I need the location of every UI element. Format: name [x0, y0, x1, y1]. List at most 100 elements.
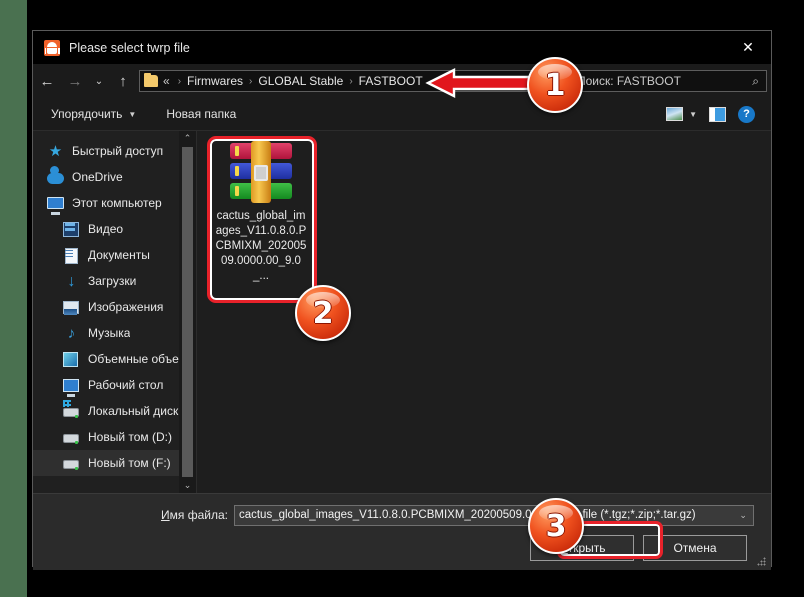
badge-3: 3	[528, 498, 584, 554]
filename-row: Имя файла: cactus_global_images_V11.0.8.…	[33, 494, 771, 530]
breadcrumb-separator: ›	[177, 75, 182, 87]
breadcrumb-item-fastboot[interactable]: FASTBOOT	[359, 74, 423, 88]
sidebar-item-label: Видео	[88, 222, 124, 236]
dialog-body: ★ Быстрый доступ OneDrive Этот компьютер…	[33, 131, 771, 493]
list-item[interactable]: cactus_global_im ages_V11.0.8.0.P CBMIXM…	[215, 141, 307, 284]
breadcrumb-item-firmwares[interactable]: Firmwares	[187, 74, 243, 88]
file-list-panel[interactable]: cactus_global_im ages_V11.0.8.0.P CBMIXM…	[196, 131, 771, 493]
sidebar-item-downloads[interactable]: ↓ Загрузки	[33, 268, 179, 294]
sidebar-item-pictures[interactable]: Изображения	[33, 294, 179, 320]
sidebar-item-label: Музыка	[88, 326, 131, 340]
filename-label: Имя файла:	[161, 508, 228, 522]
close-icon[interactable]: ✕	[725, 31, 771, 64]
sidebar-item-3d-objects[interactable]: Объемные объекты	[33, 346, 179, 372]
dialog-footer: Имя файла: cactus_global_images_V11.0.8.…	[33, 493, 771, 570]
3d-objects-icon	[63, 351, 80, 368]
drive-icon	[63, 455, 80, 472]
sidebar-item-label: Загрузки	[88, 274, 137, 288]
documents-icon	[63, 247, 80, 264]
desktop-icon	[63, 377, 80, 394]
sidebar-item-label: OneDrive	[72, 170, 123, 184]
file-name-line: 09.0000.00_9.0_...	[221, 255, 301, 282]
filename-input[interactable]: cactus_global_images_V11.0.8.0.PCBMIXM_2…	[233, 504, 545, 526]
filename-label-accesskey: И	[161, 508, 170, 522]
navigation-pane: ★ Быстрый доступ OneDrive Этот компьютер…	[33, 131, 179, 493]
winrar-archive-icon	[230, 141, 292, 203]
drive-icon	[63, 429, 80, 446]
breadcrumb-separator: ›	[349, 75, 353, 87]
file-name-line: CBMIXM_202005	[215, 240, 307, 252]
sidebar-item-local-disk-c[interactable]: Локальный диск (C:)	[33, 398, 179, 424]
chevron-down-icon[interactable]: ▼	[689, 110, 697, 119]
file-open-dialog: Please select twrp file ✕ ← → ⌄ ↑ « › Fi…	[32, 30, 772, 570]
address-bar[interactable]: « › Firmwares › GLOBAL Stable › FASTBOOT	[139, 70, 568, 92]
command-bar-right: ▼ ?	[666, 105, 755, 123]
search-input[interactable]: Поиск: FASTBOOT ⌕	[570, 70, 767, 92]
breadcrumb-separator: ›	[249, 75, 253, 87]
change-view-icon[interactable]	[666, 107, 684, 121]
badge-2: 2	[295, 285, 351, 341]
sidebar-item-volume-f[interactable]: Новый том (F:)	[33, 450, 179, 476]
scroll-up-icon[interactable]: ⌃	[184, 133, 192, 144]
sidebar-item-label: Локальный диск (C:)	[88, 404, 179, 418]
sidebar-item-video[interactable]: Видео	[33, 216, 179, 242]
sidebar-item-quick-access[interactable]: ★ Быстрый доступ	[33, 138, 179, 164]
scroll-down-icon[interactable]: ⌄	[184, 480, 192, 491]
help-icon[interactable]: ?	[738, 105, 755, 123]
sidebar-item-documents[interactable]: Документы	[33, 242, 179, 268]
search-icon[interactable]: ⌕	[752, 74, 759, 89]
chevron-down-icon: ▼	[128, 109, 137, 119]
video-icon	[63, 221, 80, 238]
sidebar-item-onedrive[interactable]: OneDrive	[33, 164, 179, 190]
organize-label: Упорядочить	[51, 107, 123, 121]
breadcrumb-overflow-icon[interactable]: «	[163, 74, 170, 88]
back-button[interactable]: ←	[33, 67, 61, 95]
filename-label-rest: мя файла:	[169, 508, 228, 522]
dialog-title: Please select twrp file	[69, 40, 190, 55]
sidebar-item-label: Изображения	[88, 300, 164, 314]
recent-locations-button[interactable]: ⌄	[89, 67, 109, 95]
title-bar: Please select twrp file ✕	[33, 31, 771, 64]
sidebar-item-label: Новый том (D:)	[88, 430, 172, 444]
cloud-icon	[47, 169, 64, 186]
chevron-down-icon: ⌄	[739, 509, 747, 520]
navigation-bar: ← → ⌄ ↑ « › Firmwares › GLOBAL Stable › …	[33, 64, 771, 98]
new-folder-button[interactable]: Новая папка	[166, 107, 236, 121]
sidebar-item-music[interactable]: ♪ Музыка	[33, 320, 179, 346]
music-icon: ♪	[67, 324, 76, 342]
sidebar-item-label: Рабочий стол	[88, 378, 164, 392]
up-button[interactable]: ↑	[109, 67, 137, 95]
organize-button[interactable]: Упорядочить ▼	[51, 107, 136, 121]
sidebar-item-label: Этот компьютер	[72, 196, 162, 210]
sidebar-item-label: Новый том (F:)	[88, 456, 171, 470]
star-icon: ★	[48, 142, 63, 160]
file-name-line: cactus_global_im	[216, 210, 306, 222]
folder-icon	[144, 73, 158, 87]
file-name-label: cactus_global_im ages_V11.0.8.0.P CBMIXM…	[215, 209, 307, 284]
breadcrumb: « › Firmwares › GLOBAL Stable › FASTBOOT	[163, 74, 423, 88]
breadcrumb-item-global-stable[interactable]: GLOBAL Stable	[258, 74, 343, 88]
preview-pane-icon[interactable]	[709, 106, 726, 122]
new-folder-label: Новая папка	[166, 107, 237, 121]
sidebar-scrollbar[interactable]: ⌃ ⌄	[179, 131, 196, 493]
sidebar-item-this-pc[interactable]: Этот компьютер	[33, 190, 179, 216]
pictures-icon	[63, 299, 80, 316]
computer-icon	[47, 195, 64, 212]
forward-button[interactable]: →	[61, 67, 89, 95]
desktop-left-strip	[0, 0, 27, 597]
command-bar: Упорядочить ▼ Новая папка ▼ ?	[33, 98, 771, 131]
resize-grip[interactable]	[757, 557, 766, 566]
sidebar-item-label: Быстрый доступ	[72, 144, 164, 158]
search-placeholder: Поиск: FASTBOOT	[577, 74, 681, 88]
android-robot-icon	[44, 39, 60, 56]
sidebar-item-label: Документы	[88, 248, 150, 262]
downloads-icon: ↓	[67, 272, 76, 290]
scrollbar-thumb[interactable]	[182, 147, 193, 477]
sidebar-item-desktop[interactable]: Рабочий стол	[33, 372, 179, 398]
sidebar-item-volume-d[interactable]: Новый том (D:)	[33, 424, 179, 450]
file-name-line: ages_V11.0.8.0.P	[215, 225, 307, 237]
badge-1: 1	[527, 57, 583, 113]
cancel-button[interactable]: Отмена	[643, 535, 747, 561]
dialog-buttons: Открыть Отмена	[33, 535, 771, 561]
sidebar-item-label: Объемные объекты	[88, 352, 179, 366]
